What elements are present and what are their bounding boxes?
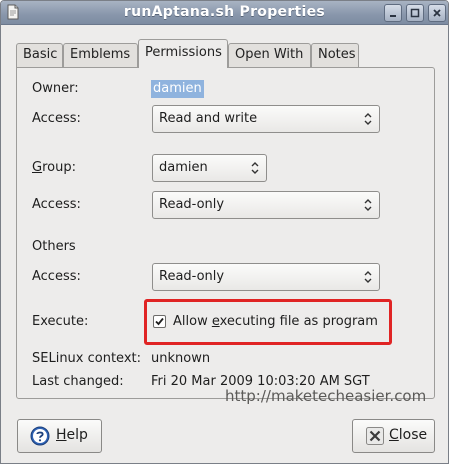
permissions-panel: Owner: damien Access: Read and write Gro… [16,67,435,399]
help-button-label: Help [56,427,88,443]
group-value: damien [159,160,208,175]
maximize-icon [410,8,420,18]
last-changed-label: Last changed: [32,374,124,389]
owner-access-label: Access: [32,111,81,126]
execute-label: Execute: [32,314,89,329]
maximize-button[interactable] [406,4,424,22]
combo-arrows-icon [251,162,259,174]
checkmark-icon [155,317,164,326]
tab-basic[interactable]: Basic [16,43,63,67]
selinux-value: unknown [151,351,211,366]
watermark-url: http://maketecheasier.com [225,387,427,405]
close-button[interactable]: Close [352,419,435,453]
window-title: runAptana.sh Properties [123,4,326,20]
minimize-button[interactable] [384,4,402,22]
others-access-select[interactable]: Read-only [152,263,380,291]
owner-access-select[interactable]: Read and write [152,105,380,133]
tab-notes[interactable]: Notes [311,43,359,67]
help-button[interactable]: Help [17,419,102,453]
owner-label: Owner: [32,81,79,96]
properties-window: runAptana.sh Properties Basic Emblems Pe… [0,0,449,464]
others-label: Others [32,239,76,254]
help-icon [30,426,50,446]
group-label: Group: [32,160,76,175]
combo-arrows-icon [364,199,372,211]
minimize-icon [390,15,396,17]
execute-checkbox-label[interactable]: Allow executing file as program [173,314,378,329]
close-x-icon [433,9,441,17]
close-icon [365,426,385,446]
tab-permissions[interactable]: Permissions [138,39,228,68]
group-access-label: Access: [32,197,81,212]
group-access-select[interactable]: Read-only [152,191,380,219]
selinux-label: SELinux context: [32,351,142,366]
title-bar[interactable]: runAptana.sh Properties [1,1,448,25]
close-button-label: Close [389,427,428,443]
tab-emblems[interactable]: Emblems [63,43,138,67]
tab-open-with[interactable]: Open With [228,43,311,67]
close-window-button[interactable] [428,4,446,22]
group-access-value: Read-only [159,197,225,212]
combo-arrows-icon [364,271,372,283]
others-access-label: Access: [32,269,81,284]
owner-value[interactable]: damien [151,80,204,98]
owner-access-value: Read and write [159,111,258,126]
others-access-value: Read-only [159,269,225,284]
combo-arrows-icon [364,113,372,125]
group-select[interactable]: damien [152,154,267,182]
execute-checkbox[interactable] [153,315,166,328]
